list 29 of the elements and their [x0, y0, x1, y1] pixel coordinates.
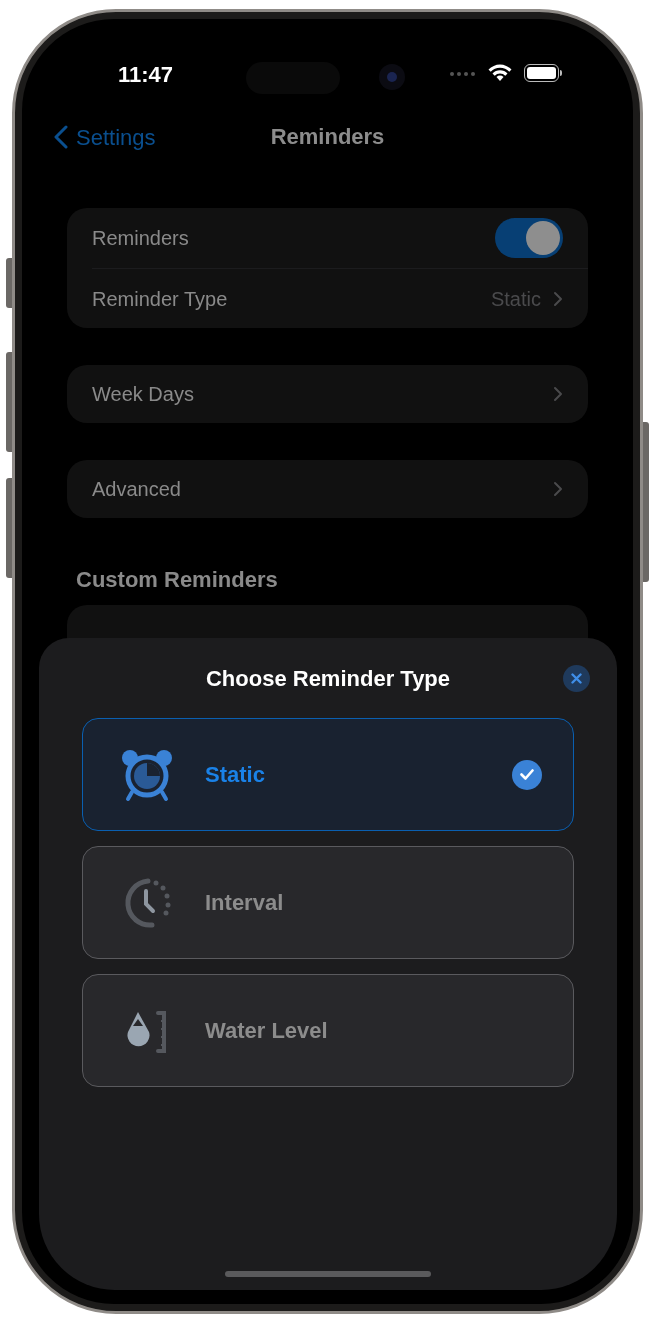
back-chevron-icon — [54, 125, 68, 149]
back-button[interactable]: Settings — [54, 119, 156, 155]
row-label: Advanced — [92, 477, 182, 502]
section-header: Custom Reminders — [76, 568, 279, 592]
toggle-switch[interactable] — [495, 218, 563, 258]
chevron-icon — [553, 386, 563, 402]
chevron-icon — [553, 290, 563, 307]
row-label: Reminders — [92, 226, 190, 251]
row-label: Week Days — [92, 382, 195, 407]
option-label: Interval — [205, 889, 285, 917]
row-label: Reminder Type — [92, 286, 229, 312]
option-label: Water Level — [205, 1017, 329, 1045]
option-card[interactable]: Static — [82, 718, 574, 831]
sheet-title: Choose Reminder Type — [205, 665, 451, 693]
alarm-clock-icon — [120, 747, 174, 802]
option-card[interactable]: Interval — [82, 846, 574, 959]
battery-icon — [524, 64, 562, 82]
camera-icon — [379, 64, 405, 90]
signal-icon — [450, 72, 475, 76]
status-time: 11:47 — [118, 61, 174, 89]
wifi-icon — [488, 63, 512, 82]
row-value: Static — [490, 286, 541, 312]
checkmark-icon — [512, 759, 542, 790]
close-icon — [571, 673, 582, 684]
close-button[interactable] — [563, 665, 590, 692]
nav-title: Reminders — [270, 123, 385, 151]
option-card[interactable]: Water Level — [82, 974, 574, 1087]
option-label: Static — [205, 761, 266, 789]
chevron-icon — [553, 481, 563, 497]
